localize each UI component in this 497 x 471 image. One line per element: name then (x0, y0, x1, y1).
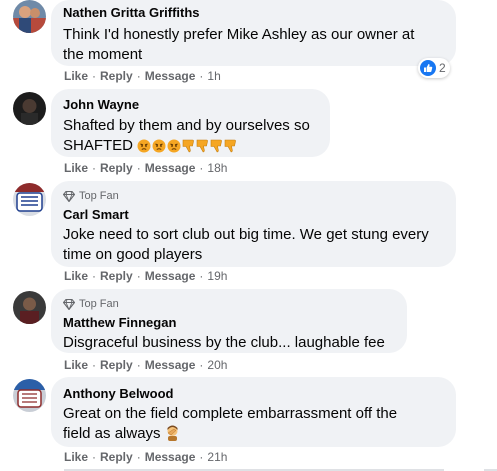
comment-bubble: Anthony Belwood Great on the field compl… (51, 377, 456, 447)
comment-text-line-with-emoji: SHAFTED (63, 136, 318, 156)
facepalm-icon (167, 425, 178, 441)
comment-actions: Like · Reply · Message · 21h (64, 450, 227, 464)
comment-actions: Like · Reply · Message · 18h (64, 161, 227, 175)
avatar[interactable] (13, 0, 46, 33)
separator: · (92, 69, 97, 83)
timestamp[interactable]: 18h (207, 161, 227, 175)
thumbs-down-icon (224, 139, 236, 152)
reply-button[interactable]: Reply (100, 358, 133, 372)
like-button[interactable]: Like (64, 161, 88, 175)
separator: · (199, 450, 204, 464)
reply-button[interactable]: Reply (100, 450, 133, 464)
emoji-row (137, 139, 237, 153)
like-button[interactable]: Like (64, 358, 88, 372)
reaction-summary[interactable]: 2 (418, 58, 450, 78)
timestamp[interactable]: 20h (207, 358, 227, 372)
comment-text-line: Joke need to sort club out big time. We … (63, 226, 429, 243)
angry-face-icon (167, 139, 181, 152)
top-fan-badge: Top Fan (63, 297, 395, 311)
reaction-count: 2 (439, 61, 446, 75)
comment-text-line-with-emoji: field as always (63, 424, 444, 444)
avatar[interactable] (13, 183, 46, 216)
reply-button[interactable]: Reply (100, 69, 133, 83)
separator: · (199, 161, 204, 175)
separator: · (92, 269, 97, 283)
separator: · (136, 161, 141, 175)
timestamp[interactable]: 21h (207, 450, 227, 464)
thumbs-down-icon (210, 139, 222, 152)
comment-text-line: time on good players (63, 245, 203, 263)
separator: · (136, 69, 141, 83)
comment-text: Think I'd honestly prefer Mike Ashley as… (63, 25, 444, 64)
author-name[interactable]: Matthew Finnegan (63, 314, 395, 331)
comment-text-line: Shafted by them and by ourselves so (63, 117, 310, 134)
separator: · (92, 358, 97, 372)
timestamp[interactable]: 19h (207, 269, 227, 283)
diamond-icon (63, 190, 75, 202)
separator: · (92, 450, 97, 464)
separator: · (199, 269, 204, 283)
message-button[interactable]: Message (145, 161, 196, 175)
separator: · (136, 450, 141, 464)
message-button[interactable]: Message (145, 358, 196, 372)
avatar[interactable] (13, 379, 46, 412)
comment-bubble: Nathen Gritta Griffiths Think I'd honest… (51, 0, 456, 66)
comment-text: Joke need to sort club out big time. We … (63, 225, 444, 264)
comment-bubble: John Wayne Shafted by them and by oursel… (51, 89, 330, 157)
comment-text: Great on the field complete embarrassmen… (63, 404, 444, 443)
avatar[interactable] (13, 92, 46, 125)
comment-actions: Like · Reply · Message · 19h (64, 269, 227, 283)
message-button[interactable]: Message (145, 450, 196, 464)
comment-actions: Like · Reply · Message · 20h (64, 358, 227, 372)
reply-button[interactable]: Reply (100, 269, 133, 283)
badge-label: Top Fan (79, 190, 119, 202)
thumbs-down-icon (196, 139, 208, 152)
message-button[interactable]: Message (145, 69, 196, 83)
author-name[interactable]: Nathen Gritta Griffiths (63, 4, 444, 21)
thumbs-down-icon (182, 139, 194, 152)
comment-thread: Nathen Gritta Griffiths Think I'd honest… (0, 0, 497, 471)
angry-face-icon (152, 139, 166, 152)
separator: · (136, 269, 141, 283)
like-button[interactable]: Like (64, 269, 88, 283)
diamond-icon (63, 298, 75, 310)
author-name[interactable]: Anthony Belwood (63, 385, 444, 402)
angry-face-icon (137, 139, 151, 152)
avatar[interactable] (13, 291, 46, 324)
comment-text: Disgraceful business by the club... laug… (63, 333, 395, 353)
comment-text-line: field as always (63, 424, 161, 442)
message-button[interactable]: Message (145, 269, 196, 283)
comment-text-line: the moment (63, 45, 143, 63)
comment-bubble: Top Fan Carl Smart Joke need to sort clu… (51, 181, 456, 267)
like-button[interactable]: Like (64, 450, 88, 464)
author-name[interactable]: John Wayne (63, 96, 318, 113)
separator: · (136, 358, 141, 372)
timestamp[interactable]: 1h (207, 69, 220, 83)
comment-text-line: Think I'd honestly prefer Mike Ashley as… (63, 26, 415, 43)
comment-text-line: Great on the field complete embarrassmen… (63, 405, 398, 422)
like-icon (420, 60, 436, 76)
like-button[interactable]: Like (64, 69, 88, 83)
comment-bubble: Top Fan Matthew Finnegan Disgraceful bus… (51, 289, 407, 353)
reply-button[interactable]: Reply (100, 161, 133, 175)
separator: · (92, 161, 97, 175)
badge-label: Top Fan (79, 298, 119, 310)
comment-text-line: Disgraceful business by the club... laug… (63, 334, 385, 351)
comment-text-line: SHAFTED (63, 136, 134, 154)
separator: · (199, 69, 204, 83)
emoji-row (165, 425, 180, 441)
top-fan-badge: Top Fan (63, 189, 444, 203)
author-name[interactable]: Carl Smart (63, 206, 444, 223)
comment-actions: Like · Reply · Message · 1h (64, 69, 221, 83)
comment-text: Shafted by them and by ourselves so SHAF… (63, 116, 318, 155)
separator: · (199, 358, 204, 372)
